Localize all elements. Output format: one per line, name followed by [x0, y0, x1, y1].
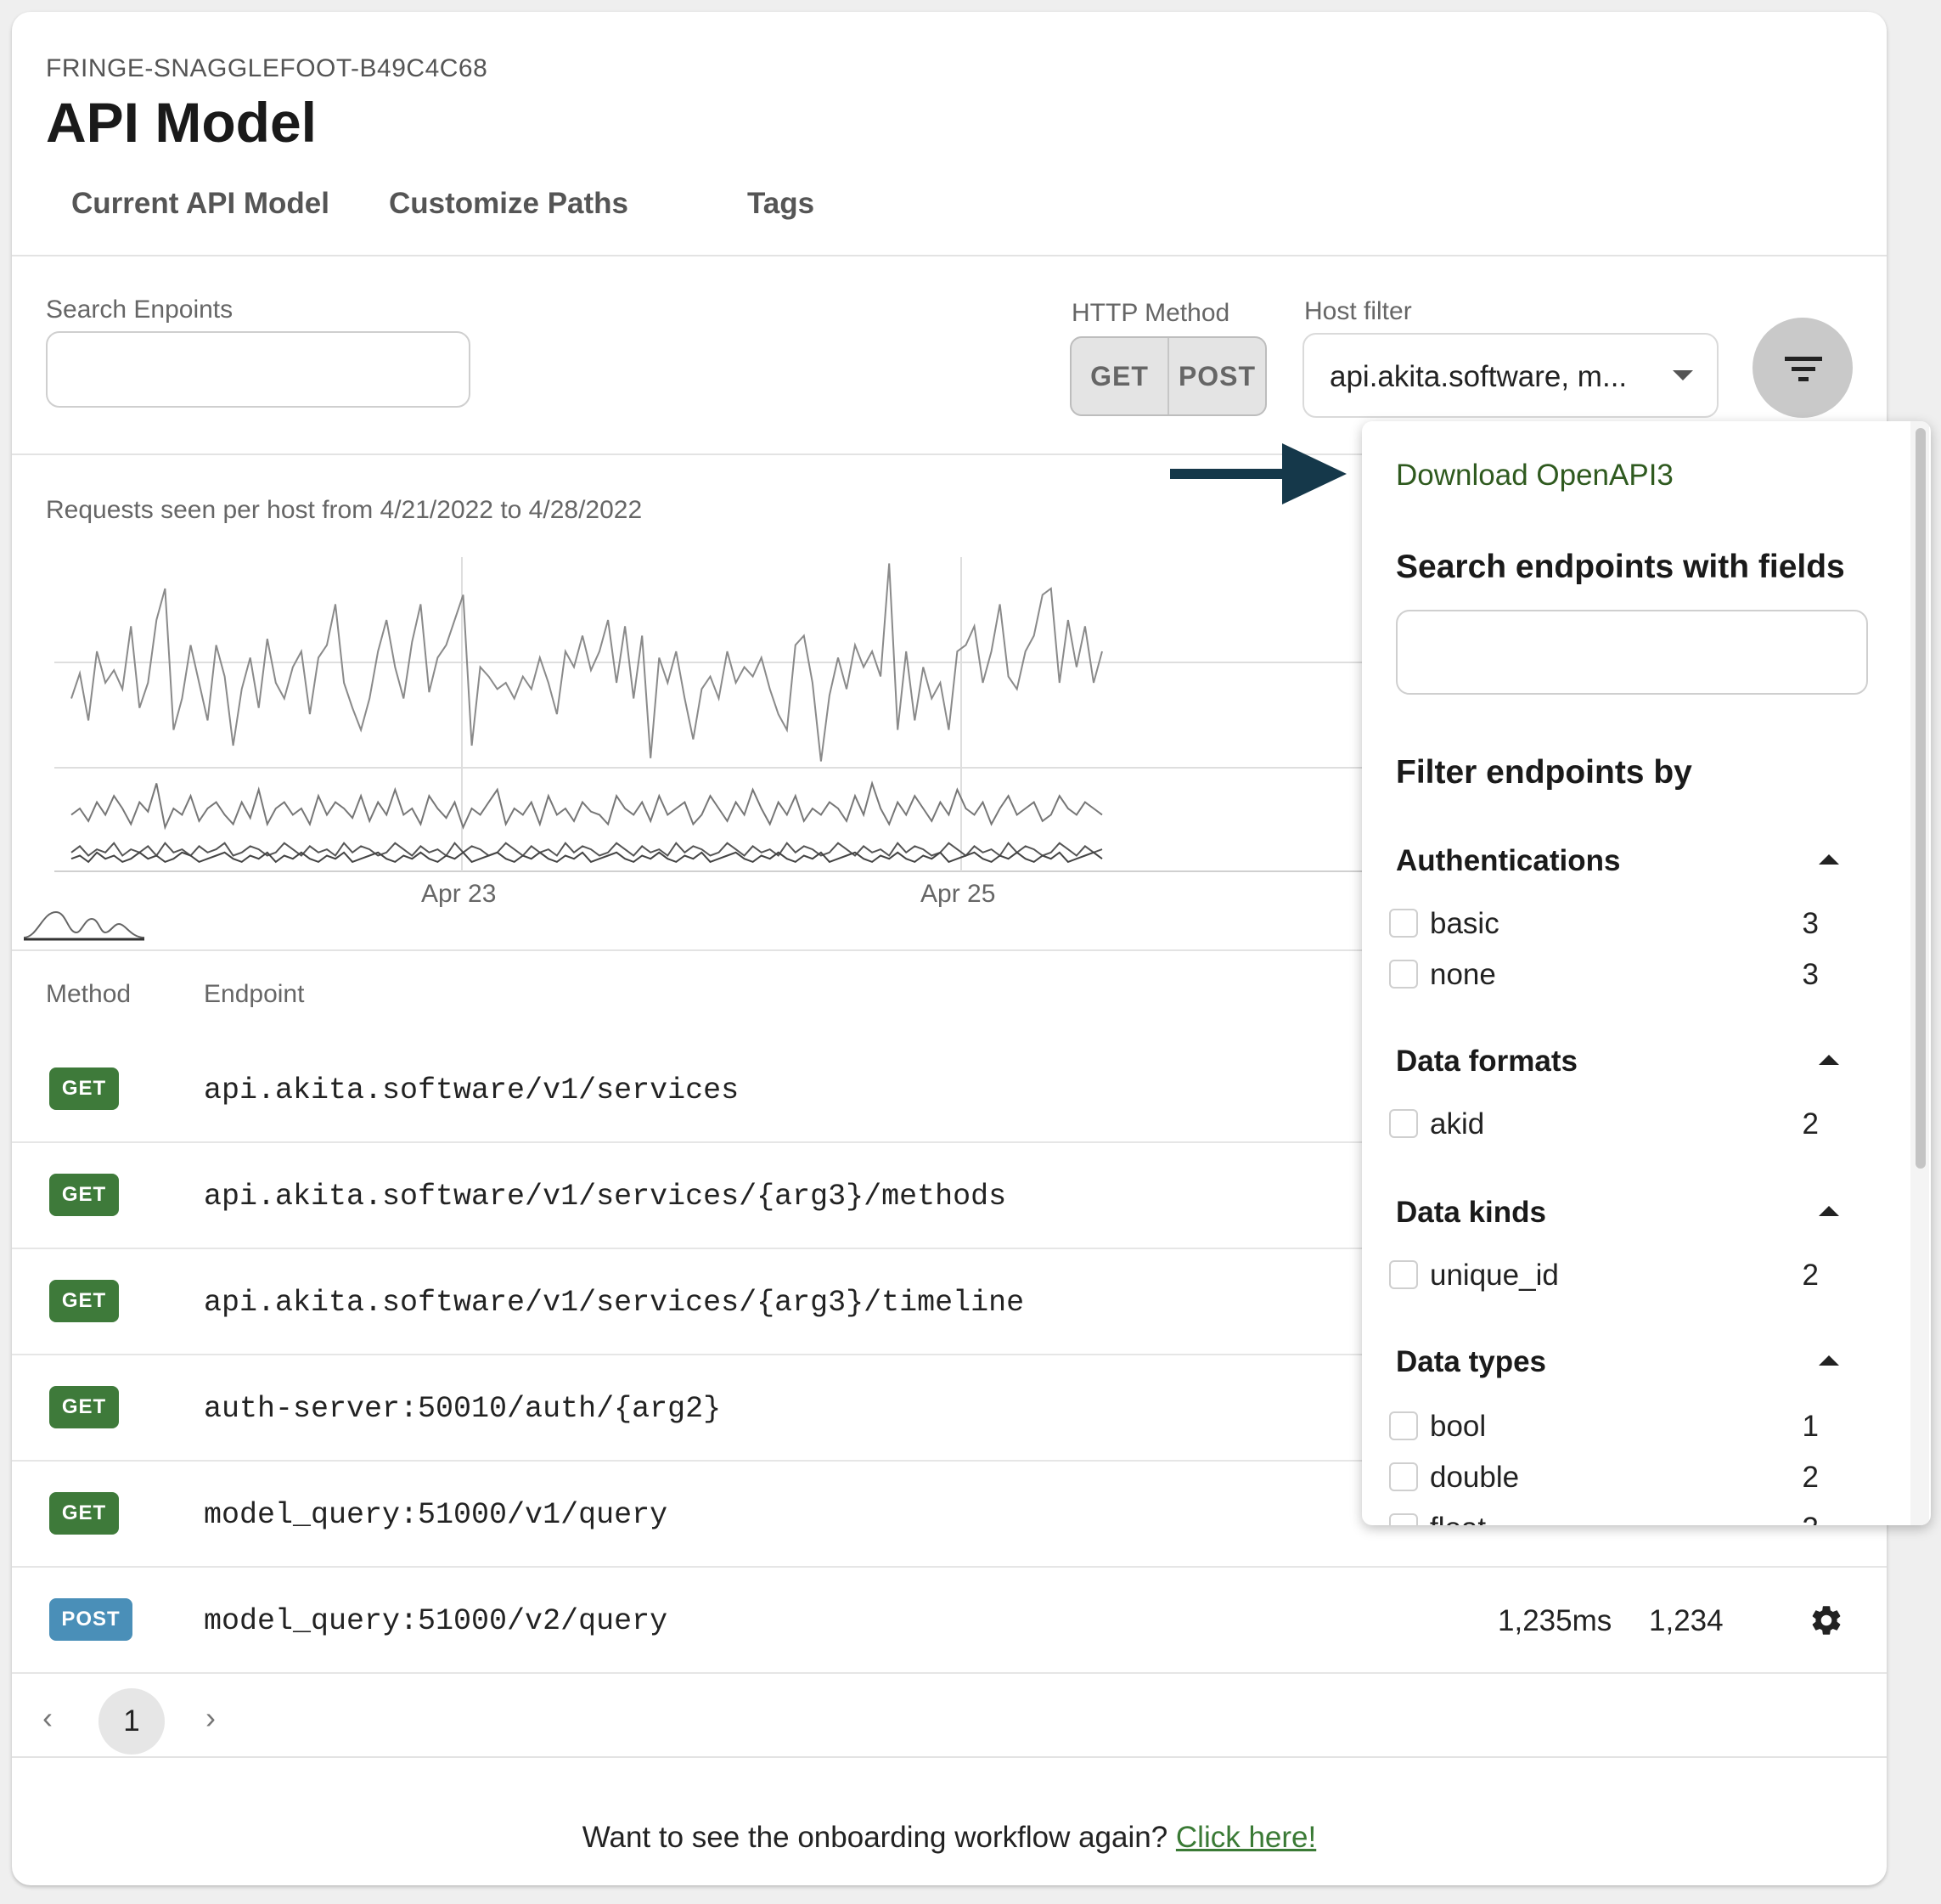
filter-item-count: 3: [1768, 1512, 1819, 1525]
requests-chart: [54, 557, 1379, 872]
filter-menu-button[interactable]: [1753, 318, 1853, 418]
endpoint-path: api.akita.software/v1/services/{arg3}/ti…: [204, 1286, 1025, 1320]
filter-item-count: 2: [1802, 1259, 1819, 1292]
x-tick-label: Apr 23: [421, 880, 497, 908]
checkbox[interactable]: [1389, 1109, 1418, 1138]
filter-item-label: akid: [1430, 1107, 1485, 1141]
tab-tags[interactable]: Tags: [747, 187, 814, 221]
endpoint-path: api.akita.software/v1/services/{arg3}/me…: [204, 1180, 1007, 1214]
search-endpoints-label: Search Enpoints: [46, 296, 233, 324]
chevron-up-icon[interactable]: [1819, 1355, 1839, 1366]
filter-icon: [1785, 357, 1822, 381]
filter-item-count: 2: [1802, 1107, 1819, 1141]
section-authentications[interactable]: Authentications: [1396, 844, 1620, 878]
filter-item-label: double: [1430, 1461, 1520, 1494]
chart-caption: Requests seen per host from 4/21/2022 to…: [46, 496, 643, 524]
host-filter-label: Host filter: [1304, 297, 1412, 325]
filter-menu-panel: Download OpenAPI3 Search endpoints with …: [1362, 421, 1931, 1525]
page-number-current[interactable]: 1: [98, 1688, 165, 1755]
gear-icon[interactable]: [1809, 1603, 1844, 1638]
section-data-kinds[interactable]: Data kinds: [1396, 1196, 1546, 1230]
filter-item-label: none: [1430, 958, 1496, 991]
next-page-button[interactable]: ›: [205, 1700, 216, 1736]
service-id: FRINGE-SNAGGLEFOOT-B49C4C68: [46, 54, 488, 82]
chevron-up-icon[interactable]: [1819, 1206, 1839, 1216]
filter-item-count: 1: [1802, 1410, 1819, 1443]
page-title: API Model: [46, 91, 318, 154]
tab-customize-paths[interactable]: Customize Paths: [389, 187, 628, 221]
checkbox[interactable]: [1389, 1513, 1418, 1525]
onboarding-prompt: Want to see the onboarding workflow agai…: [12, 1821, 1887, 1855]
filter-heading: Filter endpoints by: [1396, 754, 1692, 791]
search-endpoints-input[interactable]: [46, 331, 470, 408]
chart-brush-handle[interactable]: [20, 904, 148, 944]
method-get-button[interactable]: GET: [1072, 338, 1167, 414]
checkbox[interactable]: [1389, 960, 1418, 989]
method-badge: GET: [49, 1386, 119, 1428]
method-badge: POST: [49, 1598, 132, 1641]
search-fields-heading: Search endpoints with fields: [1396, 549, 1845, 585]
chevron-up-icon[interactable]: [1819, 1055, 1839, 1065]
onboarding-link[interactable]: Click here!: [1176, 1821, 1316, 1854]
latency-value: 1,235ms: [1498, 1604, 1612, 1637]
host-filter-select[interactable]: api.akita.software, m...: [1302, 333, 1719, 418]
series-line: [70, 780, 1103, 831]
checkbox[interactable]: [1389, 1260, 1418, 1289]
filter-item-count: 2: [1802, 1461, 1819, 1494]
http-method-toggle: GET POST: [1070, 336, 1267, 416]
filter-item-count: 3: [1802, 958, 1819, 991]
filter-item-label: float: [1430, 1512, 1486, 1525]
chevron-up-icon[interactable]: [1819, 854, 1839, 865]
endpoint-path: model_query:51000/v1/query: [204, 1498, 668, 1532]
method-badge: GET: [49, 1280, 119, 1322]
checkbox[interactable]: [1389, 1411, 1418, 1440]
method-badge: GET: [49, 1492, 119, 1535]
x-tick-label: Apr 25: [920, 880, 996, 908]
filter-item-label: unique_id: [1430, 1259, 1559, 1292]
onboarding-prompt-text: Want to see the onboarding workflow agai…: [582, 1821, 1176, 1854]
download-openapi3-link[interactable]: Download OpenAPI3: [1396, 459, 1674, 493]
section-data-types[interactable]: Data types: [1396, 1345, 1546, 1379]
chevron-down-icon: [1673, 370, 1693, 380]
checkbox[interactable]: [1389, 1462, 1418, 1491]
endpoint-path: auth-server:50010/auth/{arg2}: [204, 1392, 722, 1426]
column-header-endpoint: Endpoint: [204, 980, 305, 1008]
prev-page-button[interactable]: ‹: [42, 1700, 53, 1736]
filter-item-label: basic: [1430, 907, 1499, 940]
checkbox[interactable]: [1389, 909, 1418, 938]
host-filter-value: api.akita.software, m...: [1330, 360, 1628, 393]
method-badge: GET: [49, 1067, 119, 1110]
http-method-label: HTTP Method: [1072, 299, 1230, 327]
tabs-divider: [12, 255, 1887, 256]
method-badge: GET: [49, 1174, 119, 1216]
pagination-divider: [12, 1756, 1887, 1758]
tab-current-api-model[interactable]: Current API Model: [71, 187, 329, 221]
endpoint-path: model_query:51000/v2/query: [204, 1604, 668, 1638]
section-data-formats[interactable]: Data formats: [1396, 1045, 1578, 1079]
filter-item-count: 3: [1802, 907, 1819, 940]
search-fields-input[interactable]: [1396, 610, 1868, 695]
request-count: 1,234: [1649, 1604, 1724, 1637]
arrow-right-icon: [1170, 443, 1347, 504]
column-header-method: Method: [46, 980, 132, 1008]
series-line: [70, 851, 1103, 864]
table-row[interactable]: POST model_query:51000/v2/query 1,235ms …: [12, 1567, 1887, 1674]
filter-item-label: bool: [1430, 1410, 1487, 1443]
method-post-button[interactable]: POST: [1167, 338, 1265, 414]
panel-scrollbar-thumb[interactable]: [1916, 428, 1926, 1169]
endpoint-path: api.akita.software/v1/services: [204, 1073, 740, 1107]
